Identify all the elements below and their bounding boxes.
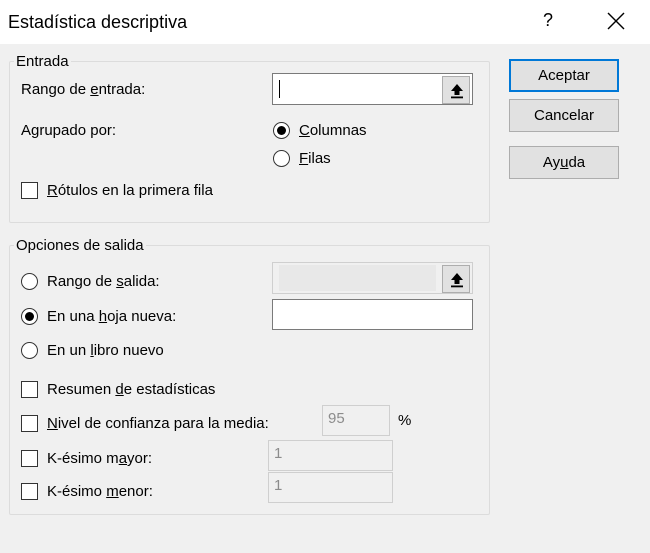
help-label-after: da	[568, 154, 586, 171]
accept-button[interactable]: Aceptar	[509, 59, 619, 92]
output-range-collapse-button[interactable]	[442, 265, 470, 293]
percent-sign: %	[398, 412, 412, 429]
summary-stats-label[interactable]: Resumen de estadísticas	[47, 381, 215, 398]
kth-smallest-label[interactable]: K-ésimo menor:	[47, 483, 153, 500]
cancel-button[interactable]: Cancelar	[509, 99, 619, 132]
output-range-label[interactable]: Rango de salida:	[47, 273, 160, 290]
confidence-level-field[interactable]: 95	[322, 405, 390, 436]
input-group-legend: Entrada	[16, 53, 69, 70]
text-caret	[279, 80, 280, 98]
output-group-legend: Opciones de salida	[16, 237, 144, 254]
help-label-before: Ay	[542, 154, 561, 171]
input-range-label: Rango de entrada:	[21, 81, 146, 98]
kth-smallest-checkbox[interactable]	[21, 483, 38, 500]
new-sheet-label[interactable]: En una hoja nueva:	[47, 308, 176, 325]
labels-first-row-label[interactable]: Rótulos en la primera fila	[47, 182, 213, 199]
rows-label[interactable]: Filas	[299, 150, 331, 167]
output-range-radio[interactable]	[21, 273, 38, 290]
new-sheet-radio[interactable]	[21, 308, 38, 325]
confidence-level-value: 95	[328, 410, 345, 427]
title-bar: Estadística descriptiva ?	[0, 0, 650, 44]
new-workbook-radio[interactable]	[21, 342, 38, 359]
collapse-dialog-arrow-icon	[451, 273, 463, 288]
columns-label[interactable]: Columnas	[299, 122, 367, 139]
kth-largest-label[interactable]: K-ésimo mayor:	[47, 450, 152, 467]
kth-largest-field[interactable]: 1	[268, 440, 393, 471]
collapse-dialog-arrow-icon	[451, 84, 463, 99]
new-sheet-name-field[interactable]	[272, 299, 473, 330]
input-range-collapse-button[interactable]	[442, 76, 470, 104]
rows-radio[interactable]	[273, 150, 290, 167]
confidence-level-label[interactable]: Nivel de confianza para la media:	[47, 415, 269, 432]
kth-largest-value: 1	[274, 445, 283, 462]
kth-largest-checkbox[interactable]	[21, 450, 38, 467]
close-icon[interactable]	[603, 8, 629, 34]
grouped-by-label: Agrupado por:	[21, 122, 117, 139]
help-question-button[interactable]: ?	[543, 10, 553, 31]
input-range-field[interactable]	[272, 73, 473, 105]
dialog-title: Estadística descriptiva	[8, 12, 188, 32]
output-range-disabled-fill	[279, 265, 436, 291]
help-button[interactable]: Ayuda	[509, 146, 619, 179]
output-range-field[interactable]	[272, 262, 473, 294]
summary-stats-checkbox[interactable]	[21, 381, 38, 398]
confidence-level-checkbox[interactable]	[21, 415, 38, 432]
kth-smallest-value: 1	[274, 477, 283, 494]
labels-first-row-checkbox[interactable]	[21, 182, 38, 199]
kth-smallest-field[interactable]: 1	[268, 472, 393, 503]
columns-radio[interactable]	[273, 122, 290, 139]
new-workbook-label[interactable]: En un libro nuevo	[47, 342, 164, 359]
